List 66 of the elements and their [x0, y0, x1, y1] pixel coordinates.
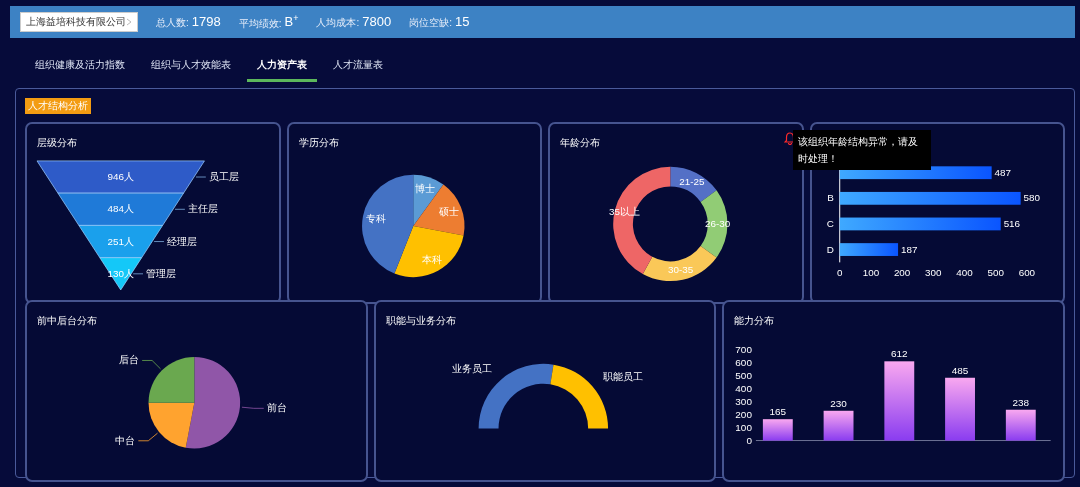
value-label: 485 [952, 364, 969, 376]
axis-label: 200 [735, 408, 753, 420]
slice-label: 本科 [421, 253, 442, 265]
panel-title: 年龄分布 [560, 136, 600, 150]
slice-label: 博士 [414, 183, 435, 195]
tab[interactable]: 组织与人才效能表 [141, 52, 241, 82]
slice-label: 21-25 [679, 175, 705, 187]
axis-label: 100 [735, 421, 753, 433]
panel-title: 职能与业务分布 [385, 314, 456, 328]
axis-label: 300 [924, 267, 942, 279]
axis-label: 500 [735, 369, 753, 381]
level-label: 经理层 [166, 235, 197, 247]
value-label: 230 [830, 397, 848, 409]
stat-value: 7800 [362, 14, 392, 29]
value-label: 487 [994, 166, 1011, 178]
stat-label: 岗位空缺: [409, 16, 452, 30]
level-label: 员工层 [208, 171, 239, 182]
axis-label: 0 [746, 434, 753, 446]
level-label: 管理层 [146, 267, 176, 279]
axis-label: 500 [987, 267, 1004, 279]
slice-label: 专科 [365, 212, 386, 224]
stat-value: B$^{+}$ [284, 13, 299, 30]
stat-value: 15 [454, 14, 470, 29]
value-label: 165 [769, 406, 787, 418]
tab[interactable]: 人力资产表 [247, 52, 317, 82]
slice-label: 30-35 [668, 264, 694, 276]
slice-label: 后台 [119, 354, 140, 366]
tab[interactable]: 组织健康及活力指数 [25, 52, 135, 82]
value-label: 612 [891, 348, 908, 360]
axis-label: C [826, 217, 834, 229]
axis-label: 0 [836, 267, 842, 279]
slice-label: 业务员工 [451, 362, 492, 374]
axis-label: 100 [862, 267, 879, 279]
stat-value: 1798 [191, 14, 221, 29]
panel-title: 学历分布 [298, 136, 339, 150]
value-label: 580 [1023, 192, 1040, 204]
axis-label: 600 [735, 356, 753, 368]
count-label: 484人 [107, 203, 134, 215]
panel-title: 前中后台分布 [37, 314, 97, 328]
count-label: 946人 [107, 171, 134, 182]
axis-label: 400 [735, 382, 753, 394]
level-label: 主任层 [187, 203, 218, 215]
value-label: 516 [1003, 217, 1020, 229]
stat-label: 平均绩效: [238, 16, 282, 31]
axis-label: D [826, 243, 834, 255]
slice-label: 中台 [115, 434, 136, 446]
count-label: 251人 [107, 235, 134, 247]
stat-label: 人均成本: [316, 16, 360, 30]
axis-label: 600 [1018, 267, 1035, 279]
value-label: 238 [1012, 396, 1030, 408]
axis-label: 400 [955, 267, 973, 279]
stat-label: 总人数: [156, 16, 189, 30]
axis-label: 300 [735, 395, 753, 407]
panel-title: 能力分布 [734, 314, 775, 328]
axis-label: B [826, 192, 834, 204]
company-select[interactable]: 上海益培科技有限公司 [20, 12, 138, 32]
panel-title: 层级分布 [37, 136, 77, 150]
tab[interactable]: 人才流量表 [323, 52, 393, 82]
slice-label: 前台 [266, 402, 287, 414]
value-label: 187 [900, 243, 917, 255]
slice-label: 职能员工 [602, 371, 643, 383]
axis-label: 700 [735, 343, 753, 355]
axis-label: 200 [893, 267, 910, 279]
slice-label: 硕士 [438, 205, 459, 217]
alert-tooltip: 该组织年龄结构异常，请及时处理！ [793, 130, 931, 170]
section-tag: 人才结构分析 [25, 98, 91, 114]
